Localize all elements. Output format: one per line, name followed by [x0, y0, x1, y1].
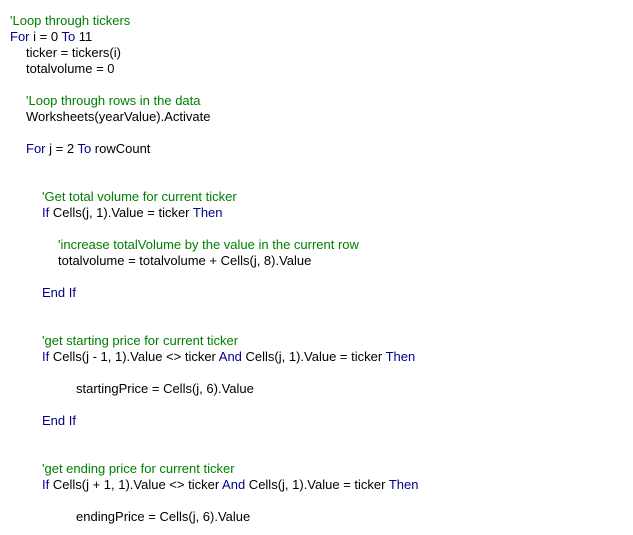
keyword-token: End If	[42, 413, 76, 428]
text-token: Worksheets(yearValue).Activate	[26, 109, 211, 124]
text-token: Cells(j, 1).Value = ticker	[241, 349, 386, 364]
keyword-token: Then	[388, 477, 419, 492]
comment-token: 'increase totalVolume by the value in th…	[58, 237, 359, 252]
code-line[interactable]: If Cells(j, 1).Value = ticker Then	[42, 205, 223, 221]
code-line[interactable]: End If	[42, 285, 76, 301]
code-line[interactable]: startingPrice = Cells(j, 6).Value	[76, 381, 254, 397]
keyword-token: Then	[192, 205, 223, 220]
keyword-token: Then	[385, 349, 416, 364]
text-token: endingPrice = Cells(j, 6).Value	[76, 509, 251, 524]
code-line[interactable]: If Cells(j - 1, 1).Value <> ticker And C…	[42, 349, 415, 365]
comment-token: 'get starting price for current ticker	[42, 333, 239, 348]
code-line[interactable]: 'get ending price for current ticker	[42, 461, 235, 477]
text-token: totalvolume = totalvolume + Cells(j, 8).…	[58, 253, 312, 268]
code-line[interactable]: 'get starting price for current ticker	[42, 333, 238, 349]
code-line[interactable]: End If	[42, 413, 76, 429]
code-line[interactable]: ticker = tickers(i)	[26, 45, 121, 61]
code-line[interactable]: 'Loop through tickers	[10, 13, 130, 29]
code-line[interactable]: If Cells(j + 1, 1).Value <> ticker And C…	[42, 477, 418, 493]
text-token: i = 0	[29, 29, 62, 44]
text-token: startingPrice = Cells(j, 6).Value	[76, 381, 254, 396]
comment-token: 'get ending price for current ticker	[42, 461, 235, 476]
comment-token: 'Loop through rows in the data	[26, 93, 201, 108]
text-token: ticker = tickers(i)	[26, 45, 121, 60]
text-token: Cells(j, 1).Value = ticker	[49, 205, 193, 220]
keyword-token: And	[222, 477, 246, 492]
text-token: Cells(j + 1, 1).Value <> ticker	[49, 477, 223, 492]
keyword-token: For	[10, 29, 30, 44]
code-line[interactable]: Worksheets(yearValue).Activate	[26, 109, 210, 125]
text-token: rowCount	[91, 141, 151, 156]
keyword-token: And	[218, 349, 242, 364]
code-line[interactable]: totalvolume = 0	[26, 61, 115, 77]
text-token: Cells(j, 1).Value = ticker	[245, 477, 389, 492]
code-editor[interactable]: 'Loop through tickers For i = 0 To 11 tick…	[0, 0, 633, 535]
code-line[interactable]: 'Loop through rows in the data	[26, 93, 201, 109]
comment-token: 'Loop through tickers	[10, 13, 131, 28]
text-token: Cells(j - 1, 1).Value <> ticker	[49, 349, 219, 364]
comment-token: 'Get total volume for current ticker	[42, 189, 237, 204]
keyword-token: For	[26, 141, 46, 156]
code-line[interactable]: endingPrice = Cells(j, 6).Value	[76, 509, 250, 525]
keyword-token: To	[77, 141, 92, 156]
code-line[interactable]: totalvolume = totalvolume + Cells(j, 8).…	[58, 253, 311, 269]
code-line[interactable]: 'Get total volume for current ticker	[42, 189, 237, 205]
code-line[interactable]: For j = 2 To rowCount	[26, 141, 150, 157]
keyword-token: To	[61, 29, 76, 44]
text-token: 11	[75, 29, 93, 44]
code-line[interactable]: 'increase totalVolume by the value in th…	[58, 237, 359, 253]
keyword-token: End If	[42, 285, 76, 300]
text-token: j = 2	[45, 141, 78, 156]
text-token: totalvolume = 0	[26, 61, 115, 76]
code-line[interactable]: For i = 0 To 11	[10, 29, 92, 45]
